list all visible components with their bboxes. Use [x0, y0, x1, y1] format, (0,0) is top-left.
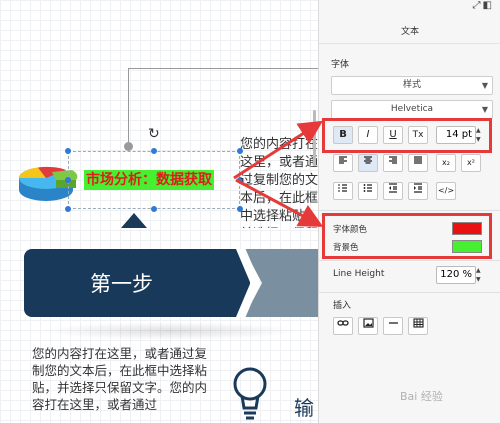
connector-line-vertical[interactable]	[128, 68, 129, 146]
numbered-list-icon	[338, 184, 347, 192]
justify-icon	[414, 156, 422, 164]
text-heading-partial[interactable]: 输	[294, 392, 314, 421]
align-center-button[interactable]	[358, 154, 378, 172]
resize-handle[interactable]	[65, 148, 71, 154]
vertical-scrollbar[interactable]	[313, 110, 316, 166]
align-left-button[interactable]	[333, 154, 353, 172]
insert-image-button[interactable]	[358, 317, 378, 335]
bullet-list-button[interactable]	[358, 182, 378, 200]
align-center-icon	[364, 156, 372, 164]
insert-table-button[interactable]	[408, 317, 428, 335]
image-icon	[362, 318, 374, 328]
triangle-shape[interactable]	[121, 213, 147, 228]
line-height-stepper-icon[interactable]: ▲ ▼	[476, 266, 484, 284]
resize-handle[interactable]	[65, 206, 71, 212]
outdent-icon	[389, 183, 397, 193]
justify-button[interactable]	[408, 154, 428, 172]
superscript-button[interactable]: x²	[461, 154, 481, 172]
chevron-down-icon: ▼	[481, 105, 488, 114]
align-right-icon	[389, 156, 397, 164]
panel-window-controls-icon[interactable]: ⤢◧	[473, 0, 494, 11]
connector-line[interactable]	[128, 68, 318, 69]
horizontal-rule-icon	[388, 322, 398, 324]
style-select[interactable]: 样式 ▼	[331, 76, 493, 95]
font-family-select[interactable]: Helvetica ▼	[331, 100, 493, 119]
text-block-top[interactable]: 您的内容打在这里，或者通过复制您的文本后，在此框中选择粘贴，并选择只保留文字。	[240, 136, 318, 228]
panel-divider	[318, 210, 500, 211]
resize-handle[interactable]	[151, 148, 157, 154]
format-panel: ⤢◧ 文本 字体 样式 ▼ Helvetica ▼	[318, 0, 500, 423]
outdent-button[interactable]	[383, 182, 403, 200]
highlight-frame-format	[322, 118, 492, 153]
rotate-handle-icon[interactable]: ↻	[148, 127, 160, 141]
font-section-label: 字体	[331, 60, 350, 70]
link-icon	[337, 320, 349, 326]
insert-section-label: 插入	[333, 301, 352, 311]
line-height-input[interactable]: 120 %	[436, 266, 476, 284]
numbered-list-button[interactable]	[333, 182, 353, 200]
step-banner[interactable]: 第一步	[24, 249, 250, 317]
highlight-frame-colors	[322, 213, 492, 259]
align-right-button[interactable]	[383, 154, 403, 172]
table-icon	[412, 318, 424, 328]
selected-text-label[interactable]: 市场分析：数据获取	[84, 170, 214, 190]
subscript-button[interactable]: x₂	[436, 154, 456, 172]
step-label: 第一步	[90, 272, 153, 296]
connector-endpoint[interactable]	[124, 142, 133, 151]
resize-handle[interactable]	[65, 177, 71, 183]
style-select-value: 样式	[402, 80, 421, 90]
banner-shadow	[40, 322, 300, 340]
diagram-canvas[interactable]: ↻ 市场分析：数据获取 第一步 您的内容打在这里，或者通过复制您的文本后，在此框…	[0, 0, 318, 423]
resize-handle[interactable]	[151, 206, 157, 212]
chevron-down-icon: ▼	[481, 81, 488, 90]
watermark-icon: Bai 经验	[400, 390, 443, 403]
indent-button[interactable]	[408, 182, 428, 200]
align-left-icon	[339, 156, 347, 164]
font-family-value: Helvetica	[390, 104, 434, 114]
html-button[interactable]: </>	[436, 182, 456, 200]
line-height-label: Line Height	[333, 269, 385, 279]
panel-divider	[318, 292, 500, 293]
panel-divider	[318, 260, 500, 261]
bullet-list-icon	[363, 184, 372, 192]
insert-link-button[interactable]	[333, 317, 353, 335]
insert-horizontal-rule-button[interactable]	[383, 317, 403, 335]
tab-text[interactable]: 文本	[319, 20, 500, 44]
indent-icon	[414, 183, 422, 193]
text-block-bottom[interactable]: 您的内容打在这里，或者通过复制您的文本后，在此框中选择粘贴，并选择只保留文字。您…	[32, 345, 218, 423]
lightbulb-icon[interactable]	[230, 366, 270, 423]
